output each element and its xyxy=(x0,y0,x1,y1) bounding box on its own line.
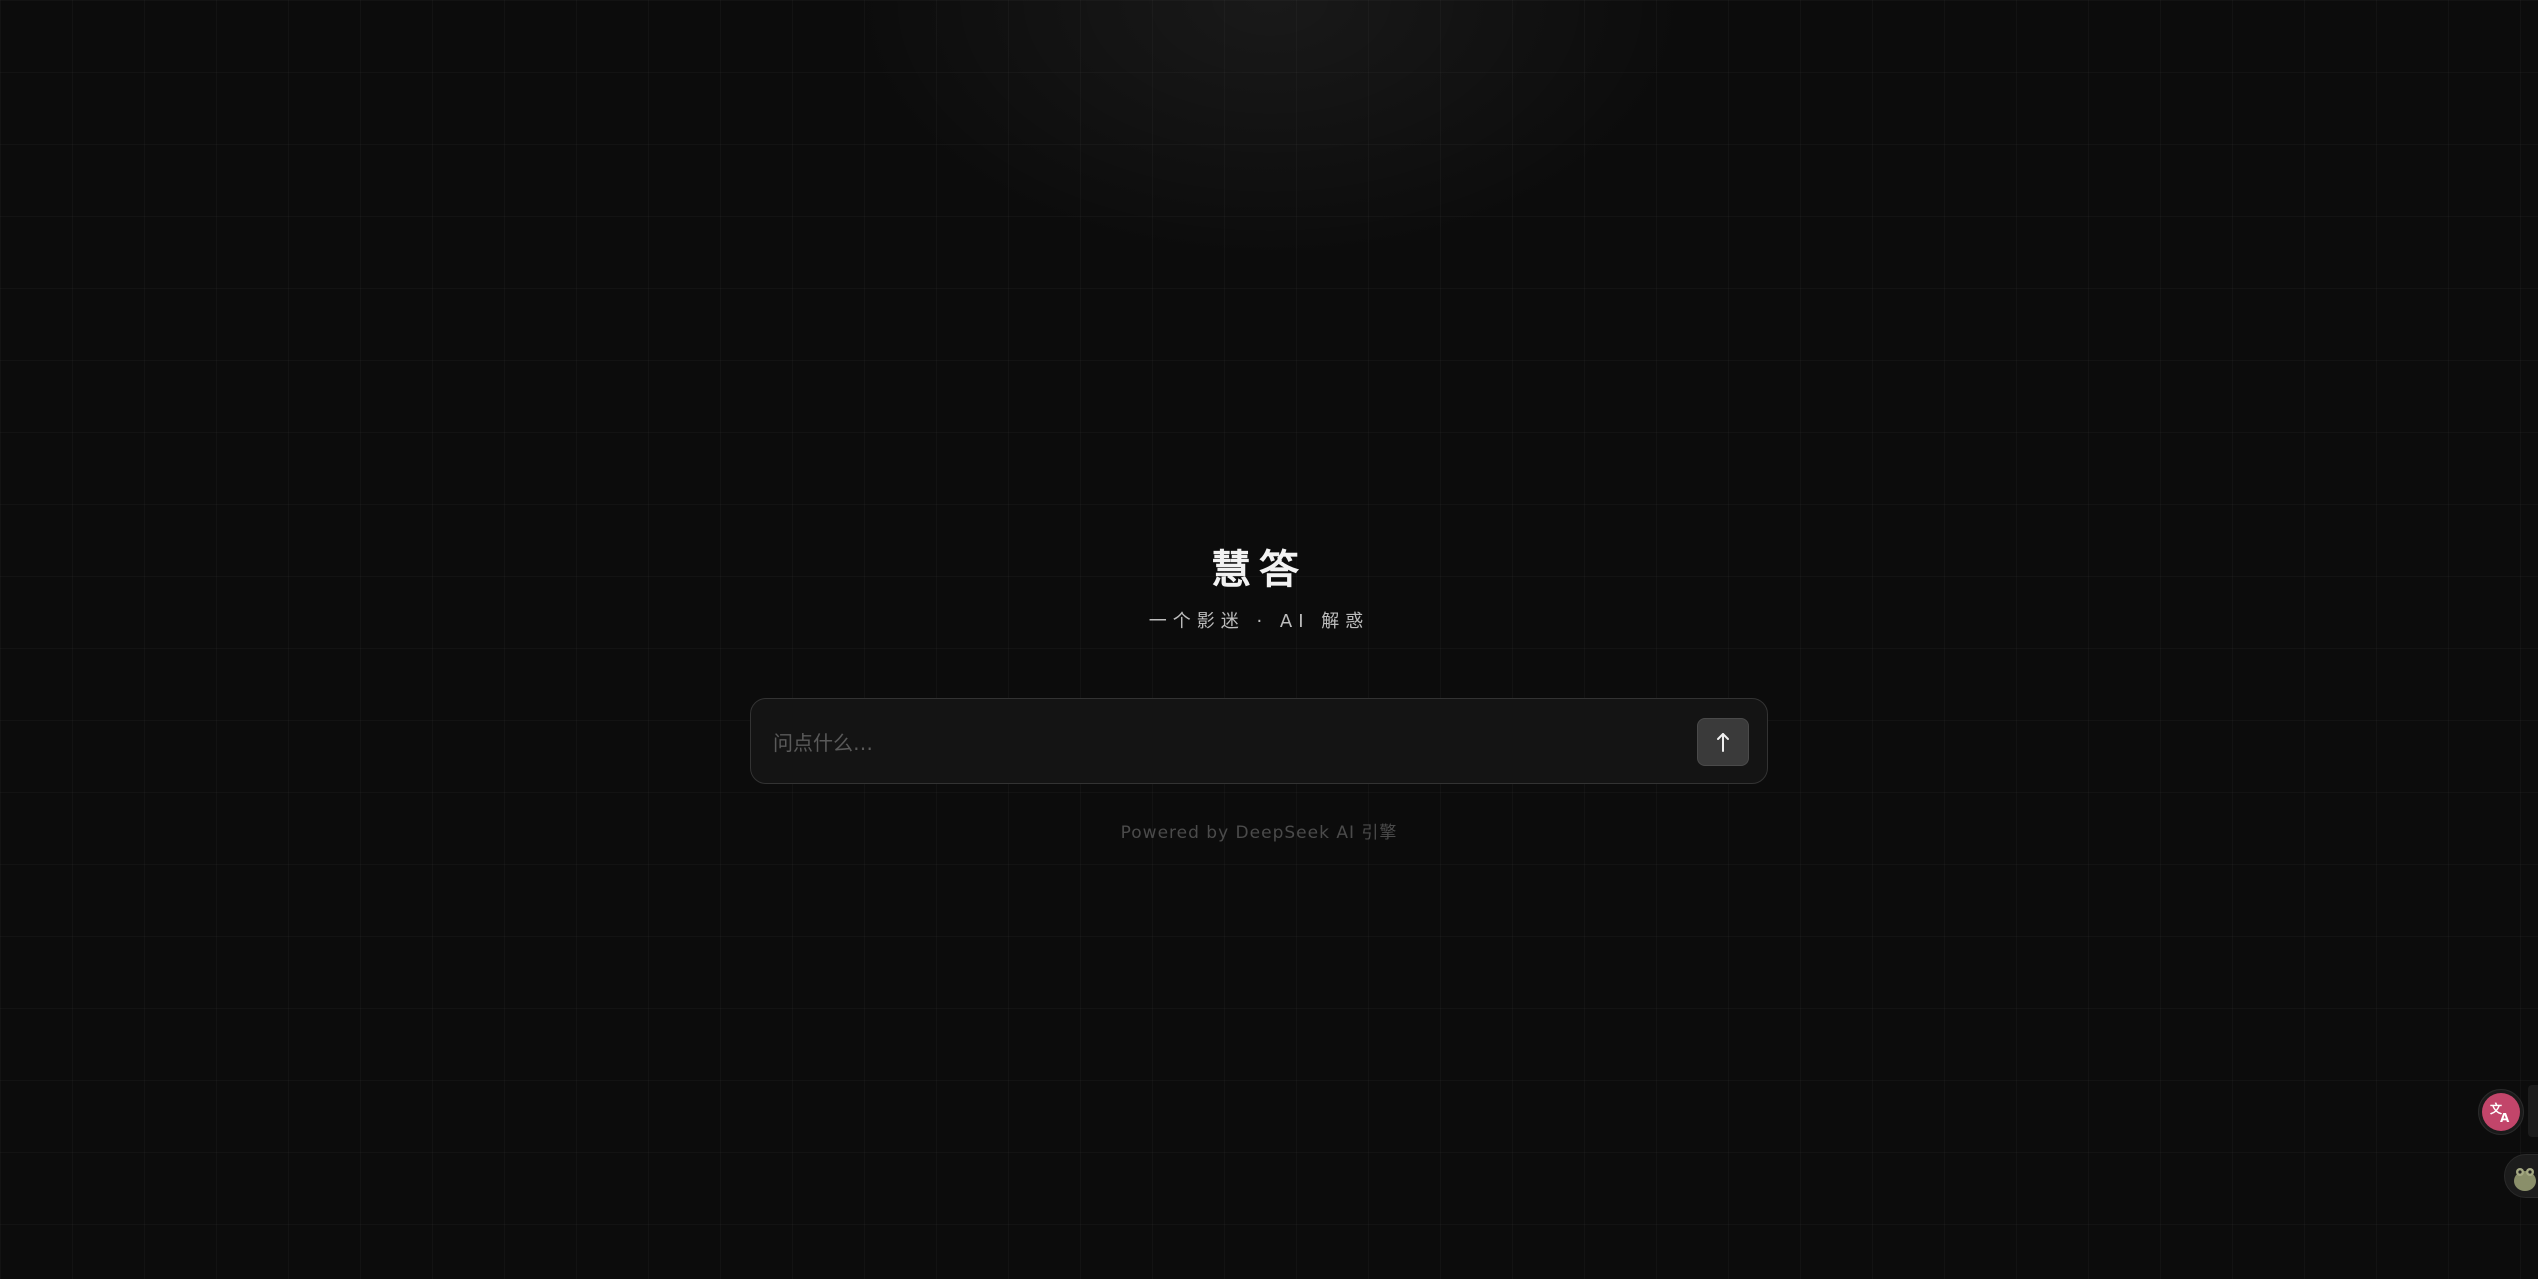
translate-button[interactable]: 文 A xyxy=(2478,1089,2524,1135)
question-input[interactable] xyxy=(771,723,1675,763)
frog-mascot-icon xyxy=(2514,1168,2536,1191)
svg-text:A: A xyxy=(2500,1111,2510,1125)
question-box xyxy=(750,698,1768,784)
translate-icon: 文 A xyxy=(2482,1093,2520,1131)
app-title: 慧答 xyxy=(1211,547,1307,593)
side-tab[interactable] xyxy=(2528,1085,2538,1137)
send-button[interactable] xyxy=(1697,718,1749,766)
mascot-button[interactable] xyxy=(2504,1154,2538,1198)
app-subtitle: 一个影迷 · AI 解惑 xyxy=(1148,611,1370,632)
arrow-up-icon xyxy=(1717,733,1729,752)
powered-by-footer: Powered by DeepSeek AI 引擎 xyxy=(1120,823,1398,843)
background-grid xyxy=(0,0,2538,1279)
page-root: 慧答 一个影迷 · AI 解惑 Powered by DeepSeek AI 引… xyxy=(0,0,2538,1279)
